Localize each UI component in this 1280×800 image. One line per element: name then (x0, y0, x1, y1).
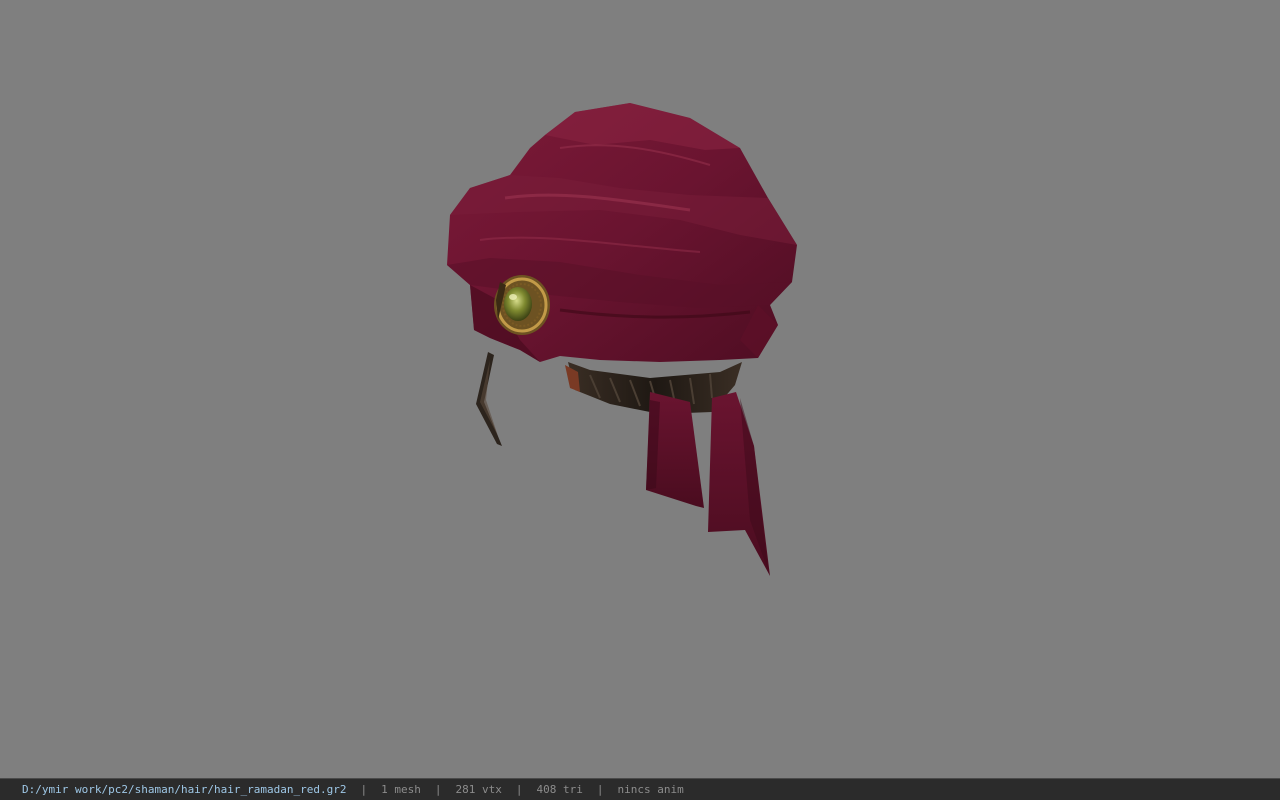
separator: | (434, 783, 442, 796)
jewel-ornament (494, 275, 550, 335)
hair-strand-left (476, 352, 502, 446)
3d-viewport[interactable] (0, 0, 1280, 778)
separator: | (515, 783, 523, 796)
animation-status-label: nincs anim (617, 783, 684, 796)
mesh-count-label: 1 mesh (381, 783, 421, 796)
triangle-count-label: 408 tri (536, 783, 583, 796)
status-bar: D:/ymir work/pc2/shaman/hair/hair_ramada… (0, 778, 1280, 800)
file-path-label: D:/ymir work/pc2/shaman/hair/hair_ramada… (22, 783, 347, 796)
separator: | (596, 783, 604, 796)
separator: | (360, 783, 368, 796)
vertex-count-label: 281 vtx (455, 783, 502, 796)
turban-hat-model[interactable] (0, 0, 1280, 778)
turban-tail-right (708, 392, 770, 576)
turban-body (447, 103, 797, 362)
